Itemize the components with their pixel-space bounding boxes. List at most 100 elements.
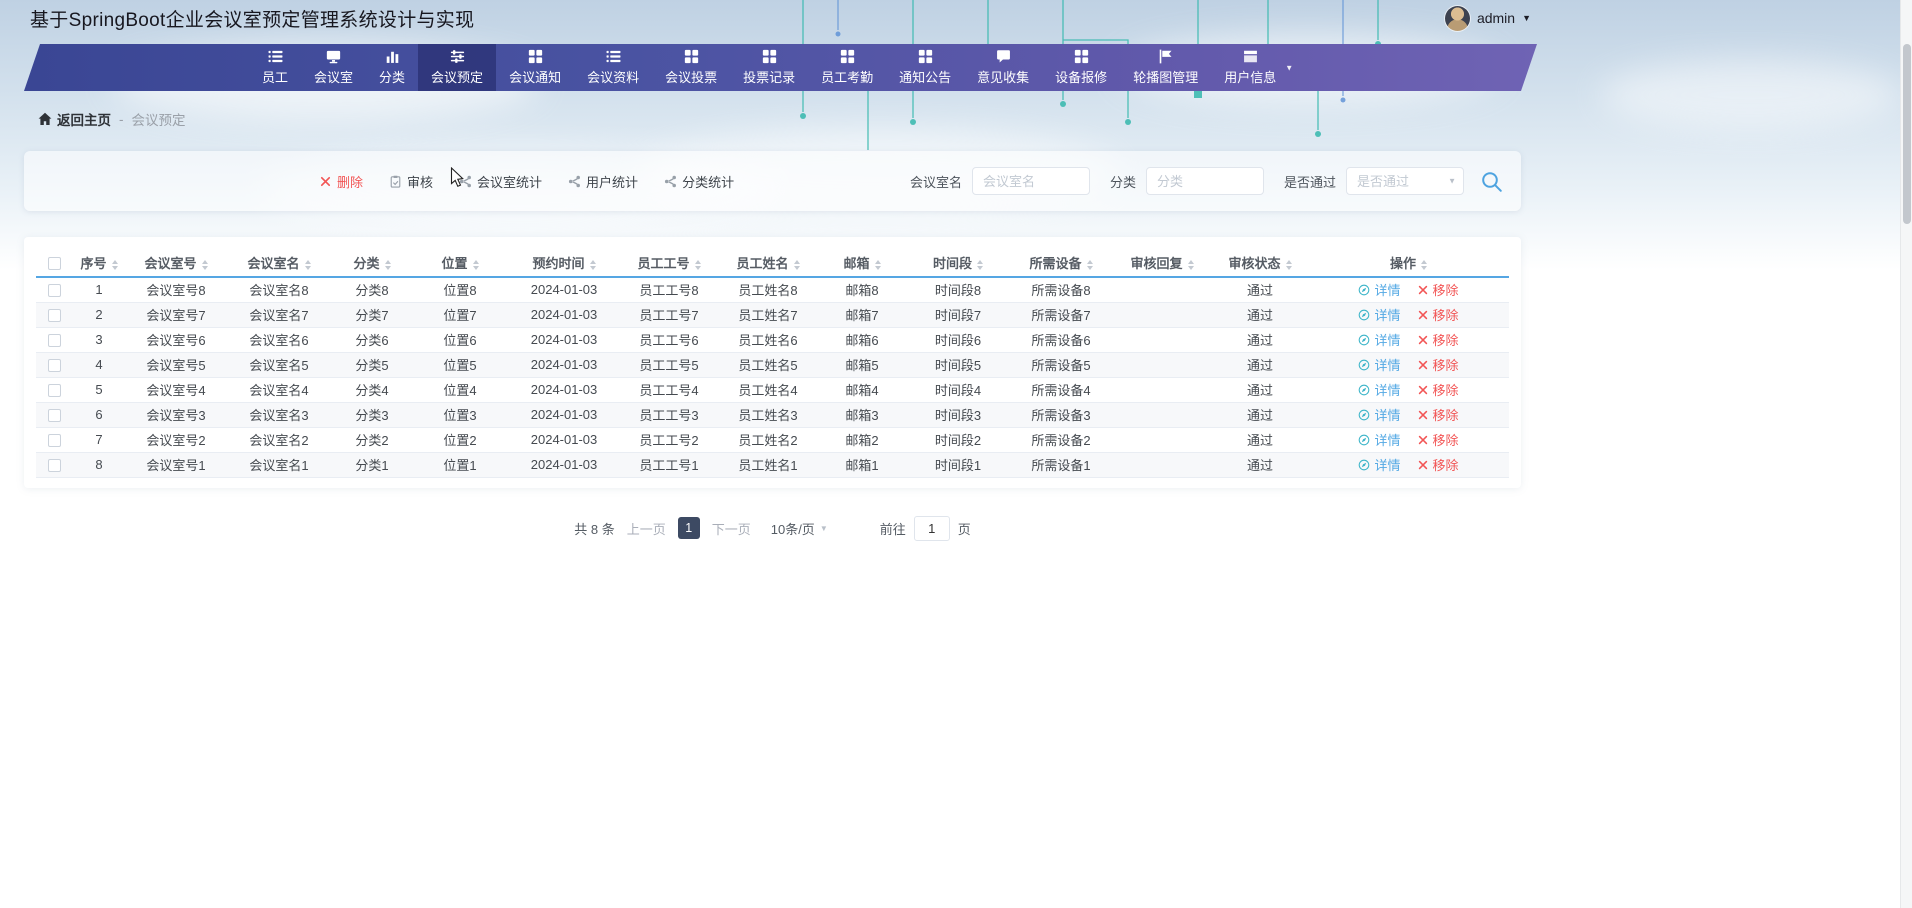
category-field[interactable]: [1145, 167, 1264, 195]
column-header[interactable]: 会议室名: [226, 249, 332, 278]
page-size-select[interactable]: 10条/页 ▼: [771, 519, 828, 538]
nav-item-category[interactable]: 分类: [366, 44, 418, 91]
close-icon: [1417, 359, 1429, 371]
detail-icon: [1358, 359, 1370, 371]
scrollbar[interactable]: [1900, 0, 1912, 908]
prev-page-button[interactable]: 上一页: [627, 519, 666, 538]
sort-carets-icon[interactable]: [1285, 259, 1292, 270]
remove-link[interactable]: 移除: [1417, 355, 1459, 374]
sort-carets-icon[interactable]: [694, 259, 701, 270]
detail-link[interactable]: 详情: [1358, 455, 1401, 474]
detail-link[interactable]: 详情: [1358, 305, 1401, 324]
table-cell: 时间段1: [906, 452, 1010, 478]
column-header-label: 会议室名: [247, 256, 300, 271]
nav-item-announcements[interactable]: 通知公告: [886, 44, 964, 91]
nav-item-vote-records[interactable]: 投票记录: [730, 44, 808, 91]
nav-item-meeting-notice[interactable]: 会议通知: [496, 44, 574, 91]
sort-carets-icon[interactable]: [304, 259, 311, 270]
next-page-button[interactable]: 下一页: [712, 519, 751, 538]
list-icon: [268, 49, 283, 64]
nav-item-meeting-materials[interactable]: 会议资料: [574, 44, 652, 91]
select-all-checkbox[interactable]: [47, 257, 61, 271]
nav-item-equipment-repair[interactable]: 设备报修: [1042, 44, 1120, 91]
remove-link[interactable]: 移除: [1417, 280, 1459, 299]
page-number-button[interactable]: 1: [677, 517, 700, 539]
user-stats-button[interactable]: 用户统计: [568, 172, 638, 191]
column-header[interactable]: 员工姓名: [718, 249, 818, 278]
column-header[interactable]: 预约时间: [508, 249, 620, 278]
column-header[interactable]: 序号: [72, 249, 126, 278]
remove-link[interactable]: 移除: [1417, 330, 1459, 349]
category-input[interactable]: [1145, 167, 1264, 195]
nav-item-staff[interactable]: 员工: [249, 44, 301, 91]
user-menu[interactable]: admin ▼: [1444, 5, 1531, 31]
nav-item-attendance[interactable]: 员工考勤: [808, 44, 886, 91]
list-icon: [606, 49, 621, 64]
row-checkbox[interactable]: [47, 434, 61, 448]
column-header[interactable]: 操作: [1308, 249, 1509, 278]
remove-link[interactable]: 移除: [1417, 305, 1459, 324]
breadcrumb-home[interactable]: 返回主页: [38, 109, 111, 129]
sort-carets-icon[interactable]: [111, 259, 118, 270]
row-checkbox[interactable]: [47, 359, 61, 373]
column-header[interactable]: 审核状态: [1212, 249, 1308, 278]
audit-button[interactable]: 审核: [389, 172, 433, 191]
remove-link[interactable]: 移除: [1417, 430, 1459, 449]
column-header[interactable]: 位置: [412, 249, 508, 278]
scrollbar-thumb[interactable]: [1902, 44, 1911, 224]
remove-link[interactable]: 移除: [1417, 380, 1459, 399]
pass-select[interactable]: ▼: [1346, 167, 1464, 195]
sort-carets-icon[interactable]: [384, 259, 391, 270]
detail-link[interactable]: 详情: [1358, 330, 1401, 349]
row-checkbox[interactable]: [47, 309, 61, 323]
goto-page-input[interactable]: [913, 515, 950, 541]
nav-item-meeting-vote[interactable]: 会议投票: [652, 44, 730, 91]
pass-field[interactable]: [1346, 167, 1464, 195]
sort-carets-icon[interactable]: [793, 259, 800, 270]
sort-carets-icon[interactable]: [472, 259, 479, 270]
row-checkbox[interactable]: [47, 384, 61, 398]
column-header[interactable]: 时间段: [906, 249, 1010, 278]
nav-item-carousel[interactable]: 轮播图管理: [1120, 44, 1211, 91]
search-button[interactable]: [1480, 170, 1503, 193]
category-stats-button[interactable]: 分类统计: [664, 172, 734, 191]
detail-link[interactable]: 详情: [1358, 380, 1401, 399]
remove-link[interactable]: 移除: [1417, 405, 1459, 424]
column-header[interactable]: 分类: [332, 249, 412, 278]
sort-carets-icon[interactable]: [201, 259, 208, 270]
flag-icon: [1158, 49, 1173, 64]
row-checkbox[interactable]: [47, 459, 61, 473]
table-cell: 2024-01-03: [508, 277, 620, 303]
sort-carets-icon[interactable]: [874, 259, 881, 270]
column-header[interactable]: 所需设备: [1010, 249, 1112, 278]
sort-carets-icon[interactable]: [1187, 259, 1194, 270]
room-stats-button[interactable]: 会议室统计: [459, 172, 542, 191]
nav-item-meeting-room[interactable]: 会议室: [301, 44, 366, 91]
nav-item-feedback[interactable]: 意见收集: [964, 44, 1042, 91]
room-name-field[interactable]: [971, 167, 1090, 195]
column-header[interactable]: 审核回复: [1112, 249, 1212, 278]
table-cell: 通过: [1212, 452, 1308, 478]
detail-link[interactable]: 详情: [1358, 430, 1401, 449]
detail-link[interactable]: 详情: [1358, 355, 1401, 374]
delete-button[interactable]: 删除: [319, 172, 363, 191]
column-header[interactable]: 会议室号: [126, 249, 226, 278]
column-header[interactable]: 邮箱: [818, 249, 906, 278]
sort-carets-icon[interactable]: [1086, 259, 1093, 270]
sort-carets-icon[interactable]: [589, 259, 596, 270]
button-label: 审核: [407, 174, 434, 190]
remove-link[interactable]: 移除: [1417, 455, 1459, 474]
sort-carets-icon[interactable]: [1421, 259, 1427, 270]
row-checkbox[interactable]: [47, 284, 61, 298]
nav-item-user-info[interactable]: 用户信息 ▼: [1211, 44, 1302, 91]
row-checkbox[interactable]: [47, 334, 61, 348]
table-cell: 邮箱3: [818, 402, 906, 428]
detail-link[interactable]: 详情: [1358, 280, 1401, 299]
nav-item-reservation[interactable]: 会议预定: [418, 44, 496, 91]
detail-link[interactable]: 详情: [1358, 405, 1401, 424]
sort-carets-icon[interactable]: [977, 259, 983, 270]
row-checkbox[interactable]: [47, 409, 61, 423]
room-name-input[interactable]: [971, 167, 1090, 195]
column-header[interactable]: 员工工号: [620, 249, 718, 278]
table-cell: [1112, 452, 1212, 478]
